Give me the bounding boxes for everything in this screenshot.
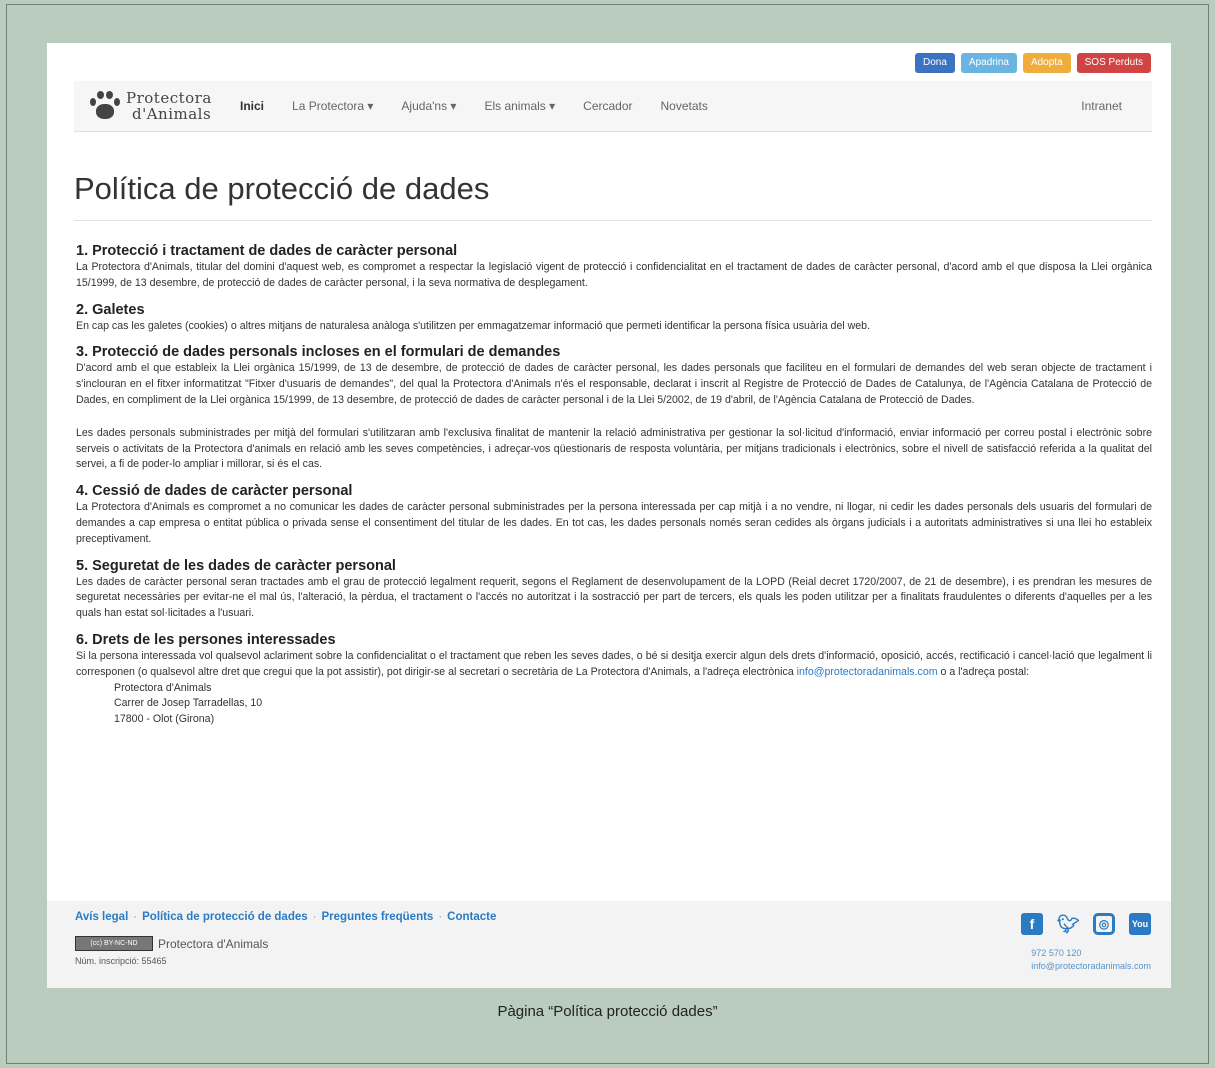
policy-content: 1. Protecció i tractament de dades de ca… (76, 243, 1152, 738)
footer-link-preguntes[interactable]: Preguntes freqüents (322, 911, 434, 923)
webpage: Dona Apadrina Adopta SOS Perduts Protect… (47, 43, 1171, 988)
nav-item-cercador[interactable]: Cercador (583, 99, 632, 113)
footer: Avís legal · Política de protecció de dade… (47, 901, 1171, 988)
section-4: 4. Cessió de dades de caràcter personal … (76, 483, 1152, 547)
nav-item-inici[interactable]: Inici (240, 99, 264, 113)
nav-item-novetats[interactable]: Novetats (661, 99, 708, 113)
section-paragraph: D'acord amb el que estableix la Llei org… (76, 362, 1152, 406)
section-heading: 3. Protecció de dades personals incloses… (76, 344, 561, 361)
section-paragraph: Si la persona interessada vol qualsevol … (76, 649, 1152, 678)
social-links: f 🐦︎ ◎ You (1021, 913, 1151, 935)
section-heading: 5. Seguretat de les dades de caràcter pe… (76, 557, 396, 574)
section-3: 3. Protecció de dades personals incloses… (76, 344, 1152, 473)
nav-item-ajudans[interactable]: Ajuda'ns ▾ (401, 99, 456, 113)
section-6: 6. Drets de les persones interessades Si… (76, 632, 1152, 728)
section-heading: 4. Cessió de dades de caràcter personal (76, 483, 353, 500)
top-action-buttons: Dona Apadrina Adopta SOS Perduts (915, 53, 1151, 73)
dona-button[interactable]: Dona (915, 53, 955, 73)
postal-address: Protectora d'Animals Carrer de Josep Tar… (76, 681, 1152, 728)
footer-link-contacte[interactable]: Contacte (447, 911, 496, 923)
address-line: 17800 - Olot (Girona) (114, 713, 215, 726)
paw-icon (88, 89, 122, 123)
nav-item-la-protectora[interactable]: La Protectora ▾ (292, 99, 373, 113)
address-line: Carrer de Josep Tarradellas, 10 (114, 697, 263, 710)
contact-info: 972 570 120 info@protectoradanimals.com (1031, 947, 1151, 973)
instagram-icon[interactable]: ◎ (1093, 913, 1115, 935)
logo-line2: d'Animals (132, 105, 212, 123)
section-heading: 1. Protecció i tractament de dades de ca… (76, 243, 458, 259)
copyright-text: Protectora d'Animals (158, 936, 269, 951)
logo[interactable]: Protectora d'Animals (88, 89, 230, 123)
page-title: Política de protecció de dades (74, 171, 490, 206)
footer-links: Avís legal · Política de protecció de dade… (75, 911, 497, 923)
section-paragraph: Les dades personals subministrades per m… (76, 426, 1152, 471)
footer-link-politica[interactable]: Política de protecció de dades (142, 911, 308, 923)
section-paragraph: Les dades de caràcter personal seran tra… (76, 575, 1152, 620)
twitter-icon[interactable]: 🐦︎ (1057, 913, 1080, 935)
section-heading: 2. Galetes (76, 301, 145, 318)
main-menu: Inici La Protectora ▾ Ajuda'ns ▾ Els ani… (230, 99, 736, 113)
section-paragraph: La Protectora d'Animals es compromet a n… (76, 501, 1152, 545)
section-5: 5. Seguretat de les dades de caràcter pe… (76, 558, 1152, 622)
section-1: 1. Protecció i tractament de dades de ca… (76, 243, 1152, 292)
adopta-button[interactable]: Adopta (1022, 53, 1071, 73)
address-line: Protectora d'Animals (114, 681, 212, 694)
facebook-icon[interactable]: f (1021, 913, 1043, 935)
section-2: 2. Galetes En cap cas les galetes (cooki… (76, 302, 1152, 335)
nav-item-intranet[interactable]: Intranet (1081, 99, 1122, 113)
license: (cc) BY-NC-ND Protectora d'Animals (75, 936, 268, 951)
phone-number[interactable]: 972 570 120 (1031, 947, 1151, 960)
footer-email[interactable]: info@protectoradanimals.com (1031, 960, 1151, 973)
logo-line1: Protectora (126, 89, 212, 107)
inscription-number: Núm. inscripció: 55465 (75, 956, 167, 966)
section-heading: 6. Drets de les persones interessades (76, 631, 336, 648)
youtube-icon[interactable]: You (1129, 913, 1151, 935)
figure-caption: Pàgina “Política protecció dades” (497, 1003, 718, 1020)
sos-perduts-button[interactable]: SOS Perduts (1076, 53, 1151, 73)
nav-item-els-animals[interactable]: Els animals ▾ (484, 99, 555, 113)
section-paragraph: En cap cas les galetes (cookies) o altre… (76, 319, 871, 332)
cc-license-badge[interactable]: (cc) BY-NC-ND (75, 936, 153, 951)
apadrina-button[interactable]: Apadrina (960, 53, 1017, 73)
email-link[interactable]: info@protectoradanimals.com (797, 666, 938, 678)
section-paragraph: La Protectora d'Animals, titular del dom… (76, 261, 1152, 289)
footer-link-avis-legal[interactable]: Avís legal (75, 911, 128, 923)
navbar: Protectora d'Animals Inici La Protectora… (74, 81, 1152, 132)
title-divider (74, 220, 1152, 221)
